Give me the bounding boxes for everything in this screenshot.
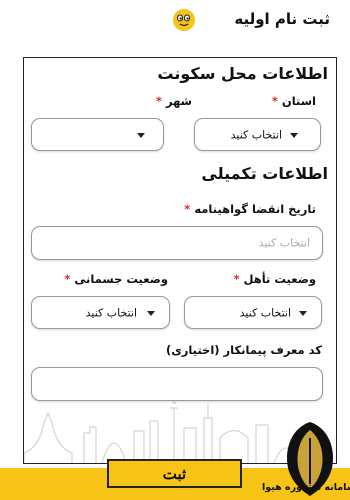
province-select-value: انتخاب کنید — [230, 128, 282, 141]
marital-status-value: انتخاب کنید — [239, 306, 291, 319]
chevron-down-icon — [137, 132, 145, 138]
province-label: استان * — [271, 94, 316, 108]
license-expiry-placeholder: انتخاب کنید — [258, 236, 310, 250]
chevron-down-icon — [147, 310, 155, 316]
page-title: ثبت نام اولیه — [234, 10, 330, 28]
contractor-code-field[interactable] — [31, 367, 323, 401]
registration-form: اطلاعات محل سکونت استان * شهر * انتخاب ک… — [23, 57, 337, 464]
license-expiry-field[interactable]: انتخاب کنید — [31, 226, 323, 260]
physical-status-select[interactable]: انتخاب کنید — [31, 296, 170, 329]
city-label: شهر * — [155, 94, 192, 108]
extra-section-title: اطلاعات تکمیلی — [201, 164, 328, 183]
chevron-down-icon — [290, 132, 298, 138]
physical-status-value: انتخاب کنید — [85, 306, 137, 319]
marital-status-select[interactable]: انتخاب کنید — [184, 296, 322, 329]
watermark-text: سامانه مشاوره هیوا — [262, 482, 350, 493]
contractor-code-label: کد معرف پیمانکار (اختیاری) — [165, 343, 322, 357]
top-bar: ثبت نام اولیه — [0, 0, 350, 40]
residence-section-title: اطلاعات محل سکونت — [157, 64, 328, 83]
province-select[interactable]: انتخاب کنید — [194, 118, 321, 151]
physical-status-label: وضعیت جسمانی * — [64, 272, 168, 286]
smiley-logo-icon — [173, 9, 195, 31]
marital-status-label: وضعیت تأهل * — [233, 272, 316, 286]
submit-button[interactable]: ثبت — [107, 459, 242, 488]
chevron-down-icon — [299, 310, 307, 316]
license-expiry-label: تاریخ انقضا گواهینامه * — [184, 202, 316, 216]
city-select[interactable] — [31, 118, 164, 151]
